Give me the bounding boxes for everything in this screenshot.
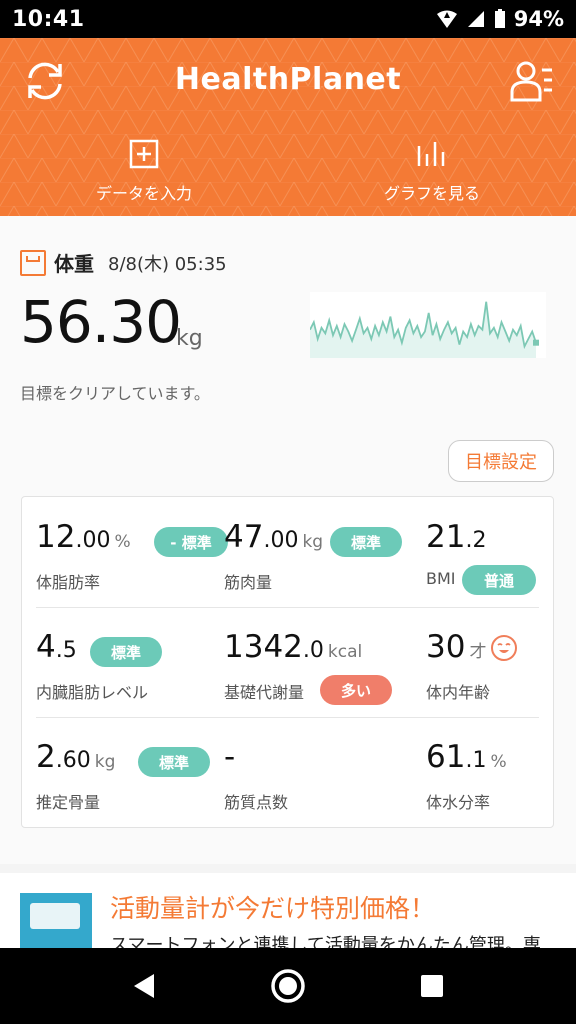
status-badge: 普通: [462, 565, 536, 595]
metrics-row: 12.00% 体脂肪率 - 標準 47.00 kg 筋肉量 標準 21.2 BMI 普通: [22, 497, 553, 607]
metric-value-decimal: .60: [55, 748, 91, 773]
profile-menu-icon[interactable]: [508, 58, 554, 104]
weight-trend-sparkline[interactable]: [310, 292, 546, 358]
metric-value: 21.2: [426, 519, 490, 555]
promo-description: スマートフォンと連携して活動量をかんたん管理。専: [110, 935, 541, 948]
metric-cell[interactable]: 12.00% 体脂肪率 - 標準: [36, 497, 228, 607]
metric-label: 体内年齢: [426, 683, 491, 702]
metric-unit: 才: [469, 642, 487, 662]
goal-setting-button[interactable]: 目標設定: [448, 440, 554, 482]
weight-unit: kg: [176, 326, 203, 351]
metric-cell[interactable]: 1342.0 kcal 基礎代謝量 多い: [224, 607, 404, 717]
metric-value: 2.60 kg: [36, 739, 115, 775]
metric-cell[interactable]: - 筋質点数: [224, 717, 404, 827]
metric-label: 体水分率: [426, 793, 491, 812]
promo-title: 活動量計が今だけ特別価格！: [110, 894, 436, 923]
app-header: HealthPlanet データを入力 グラフを見る: [0, 38, 576, 216]
cell-signal-icon: [467, 11, 484, 27]
main-content: 体重 8/8(木) 05:35 56.30 kg 目標をクリアしています。 目標…: [0, 216, 576, 864]
metric-cell[interactable]: 21.2 BMI 普通: [426, 497, 546, 607]
sparkline-latest-point: [533, 339, 539, 346]
metric-value-decimal: .00: [75, 528, 111, 553]
activity-tracker-image: [20, 893, 92, 948]
metric-value-int: 4: [36, 629, 56, 665]
metric-value: -: [224, 739, 239, 775]
home-icon[interactable]: [268, 966, 308, 1006]
metric-unit: kcal: [327, 642, 363, 662]
metric-value-int: 12: [36, 519, 76, 555]
metric-value-int: 61: [426, 739, 466, 775]
goal-message: 目標をクリアしています。: [20, 384, 210, 403]
enter-data-button[interactable]: データを入力: [44, 138, 244, 204]
promo-banner[interactable]: 活動量計が今だけ特別価格！ スマートフォンと連携して活動量をかんたん管理。専: [0, 873, 576, 948]
metric-unit: kg: [94, 752, 116, 772]
status-badge: 標準: [138, 747, 210, 777]
plus-box-icon: [129, 139, 159, 169]
metric-cell[interactable]: 4.5 内臓脂肪レベル 標準: [36, 607, 216, 717]
metric-unit: kg: [302, 532, 324, 552]
metric-value-decimal: .0: [302, 638, 324, 663]
metric-value-int: -: [224, 739, 236, 775]
weight-header: 体重 8/8(木) 05:35: [20, 248, 227, 277]
status-badge: - 標準: [154, 527, 228, 557]
metric-label: BMI: [426, 569, 456, 588]
recents-icon[interactable]: [412, 966, 452, 1006]
metrics-row: 4.5 内臓脂肪レベル 標準 1342.0 kcal 基礎代謝量 多い 30 才体内年齢: [22, 607, 553, 717]
wifi-icon: [436, 10, 457, 28]
metric-value: 30 才: [426, 629, 486, 665]
metric-cell[interactable]: 61.1% 体水分率: [426, 717, 546, 827]
metric-label: 推定骨量: [36, 793, 101, 812]
metric-value-int: 2: [36, 739, 56, 775]
status-badge: 標準: [330, 527, 402, 557]
metric-label: 筋肉量: [224, 573, 273, 592]
body-composition-card: 12.00% 体脂肪率 - 標準 47.00 kg 筋肉量 標準 21.2 BMI 普通 4.5 内…: [21, 496, 554, 828]
metric-value-int: 21: [426, 519, 466, 555]
status-time: 10:41: [12, 6, 85, 32]
metric-value: 1342.0 kcal: [224, 629, 362, 665]
battery-icon: [494, 9, 505, 28]
status-badge: 多い: [320, 675, 392, 705]
metric-unit: %: [490, 752, 507, 772]
metric-value: 12.00%: [36, 519, 131, 555]
view-graph-label: グラフを見る: [383, 184, 480, 203]
metric-label: 筋質点数: [224, 793, 289, 812]
metrics-row: 2.60 kg 推定骨量 標準 - 筋質点数 61.1% 体水分率: [22, 717, 553, 827]
status-bar: 10:41 94%: [0, 0, 576, 38]
back-icon[interactable]: [124, 966, 164, 1006]
metric-cell[interactable]: 30 才体内年齢: [426, 607, 546, 717]
battery-percent: 94%: [513, 7, 564, 31]
metric-value: 4.5: [36, 629, 81, 665]
system-nav-bar: [0, 948, 576, 1024]
weight-date: 8/8(木) 05:35: [108, 253, 227, 275]
status-badge: 標準: [90, 637, 162, 667]
metric-value-decimal: .2: [465, 528, 487, 553]
metric-value-int: 1342: [224, 629, 303, 665]
metric-cell[interactable]: 2.60 kg 推定骨量 標準: [36, 717, 216, 827]
metric-label: 体脂肪率: [36, 573, 101, 592]
metric-value-decimal: .5: [55, 638, 77, 663]
weight-label: 体重: [54, 252, 94, 276]
scale-icon: [20, 249, 46, 276]
metric-label: 内臓脂肪レベル: [36, 683, 149, 702]
view-graph-button[interactable]: グラフを見る: [332, 138, 532, 204]
enter-data-label: データを入力: [95, 184, 192, 203]
weight-value: 56.30: [20, 288, 182, 356]
app-title: HealthPlanet: [174, 62, 402, 97]
bar-chart-icon: [417, 142, 445, 166]
metric-value-int: 47: [224, 519, 264, 555]
smiley-face-icon: [491, 635, 517, 661]
metric-value-decimal: .1: [465, 748, 487, 773]
metric-value: 47.00 kg: [224, 519, 323, 555]
metric-cell[interactable]: 47.00 kg 筋肉量 標準: [224, 497, 404, 607]
metric-value-int: 30: [426, 629, 466, 665]
metric-label: 基礎代謝量: [224, 683, 305, 702]
metric-unit: %: [114, 532, 131, 552]
metric-value: 61.1%: [426, 739, 507, 775]
metric-value-decimal: .00: [263, 528, 299, 553]
